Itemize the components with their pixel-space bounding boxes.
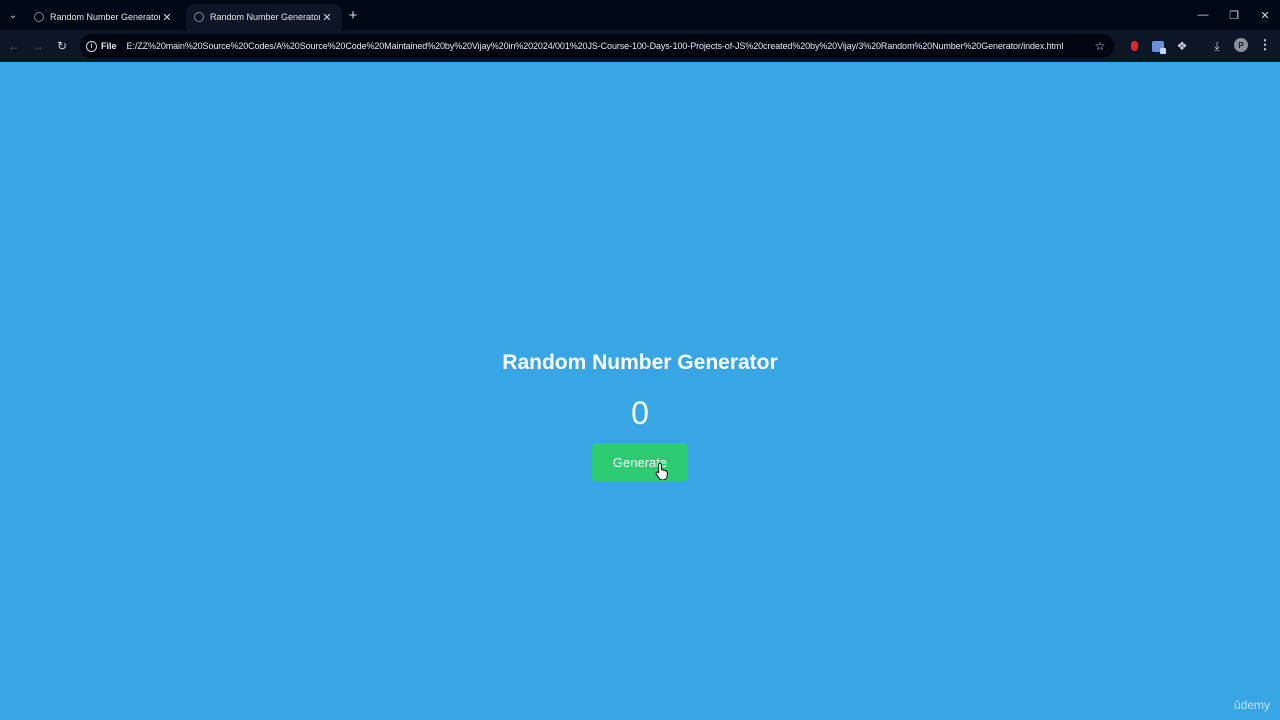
- minimize-icon[interactable]: —: [1188, 5, 1218, 25]
- forward-icon[interactable]: →: [28, 36, 48, 56]
- restore-icon[interactable]: ❐: [1219, 5, 1249, 25]
- download-icon[interactable]: ⤓: [1209, 38, 1225, 54]
- profile-avatar[interactable]: P: [1234, 38, 1248, 52]
- hand-cursor-icon: [655, 462, 668, 480]
- bookmark-star-icon[interactable]: ☆: [1090, 39, 1110, 53]
- url-text[interactable]: E:/ZZ%20main%20Source%20Codes/A%20Source…: [127, 41, 1090, 51]
- random-number-app: Random Number Generator 0 Generate: [0, 338, 1280, 481]
- window-close-icon[interactable]: ✕: [1250, 5, 1280, 25]
- tab-random-number-generator-1[interactable]: Random Number Generator ✕: [26, 4, 182, 30]
- globe-icon: [194, 12, 204, 22]
- translate-extension-icon[interactable]: [1150, 38, 1166, 54]
- info-icon[interactable]: i: [86, 40, 97, 52]
- reload-icon[interactable]: ↻: [52, 36, 72, 56]
- site-info-chip[interactable]: File: [101, 41, 117, 51]
- address-bar[interactable]: i File E:/ZZ%20main%20Source%20Codes/A%2…: [80, 34, 1114, 58]
- extensions-puzzle-icon[interactable]: ❖: [1174, 38, 1190, 54]
- tab-title: Random Number Generator: [210, 12, 320, 22]
- extension-red-icon[interactable]: [1126, 38, 1142, 54]
- globe-icon: [34, 12, 44, 22]
- app-title: Random Number Generator: [502, 351, 778, 374]
- tab-title: Random Number Generator: [50, 12, 160, 22]
- random-number-display: 0: [631, 395, 649, 431]
- browser-tabstrip: ⌄ Random Number Generator ✕ Random Numbe…: [0, 0, 1280, 30]
- back-icon[interactable]: ←: [4, 36, 24, 56]
- tab-search-icon[interactable]: ⌄: [4, 7, 22, 23]
- udemy-watermark: ûdemy: [1233, 698, 1270, 712]
- browser-toolbar: ← → ↻ i File E:/ZZ%20main%20Source%20Cod…: [0, 30, 1280, 62]
- close-icon[interactable]: ✕: [320, 11, 334, 24]
- close-icon[interactable]: ✕: [160, 11, 174, 24]
- tab-random-number-generator-2[interactable]: Random Number Generator ✕: [186, 4, 342, 30]
- generate-button[interactable]: Generate: [592, 443, 688, 481]
- new-tab-icon[interactable]: +: [344, 6, 362, 24]
- kebab-menu-icon[interactable]: ⋮: [1258, 37, 1272, 52]
